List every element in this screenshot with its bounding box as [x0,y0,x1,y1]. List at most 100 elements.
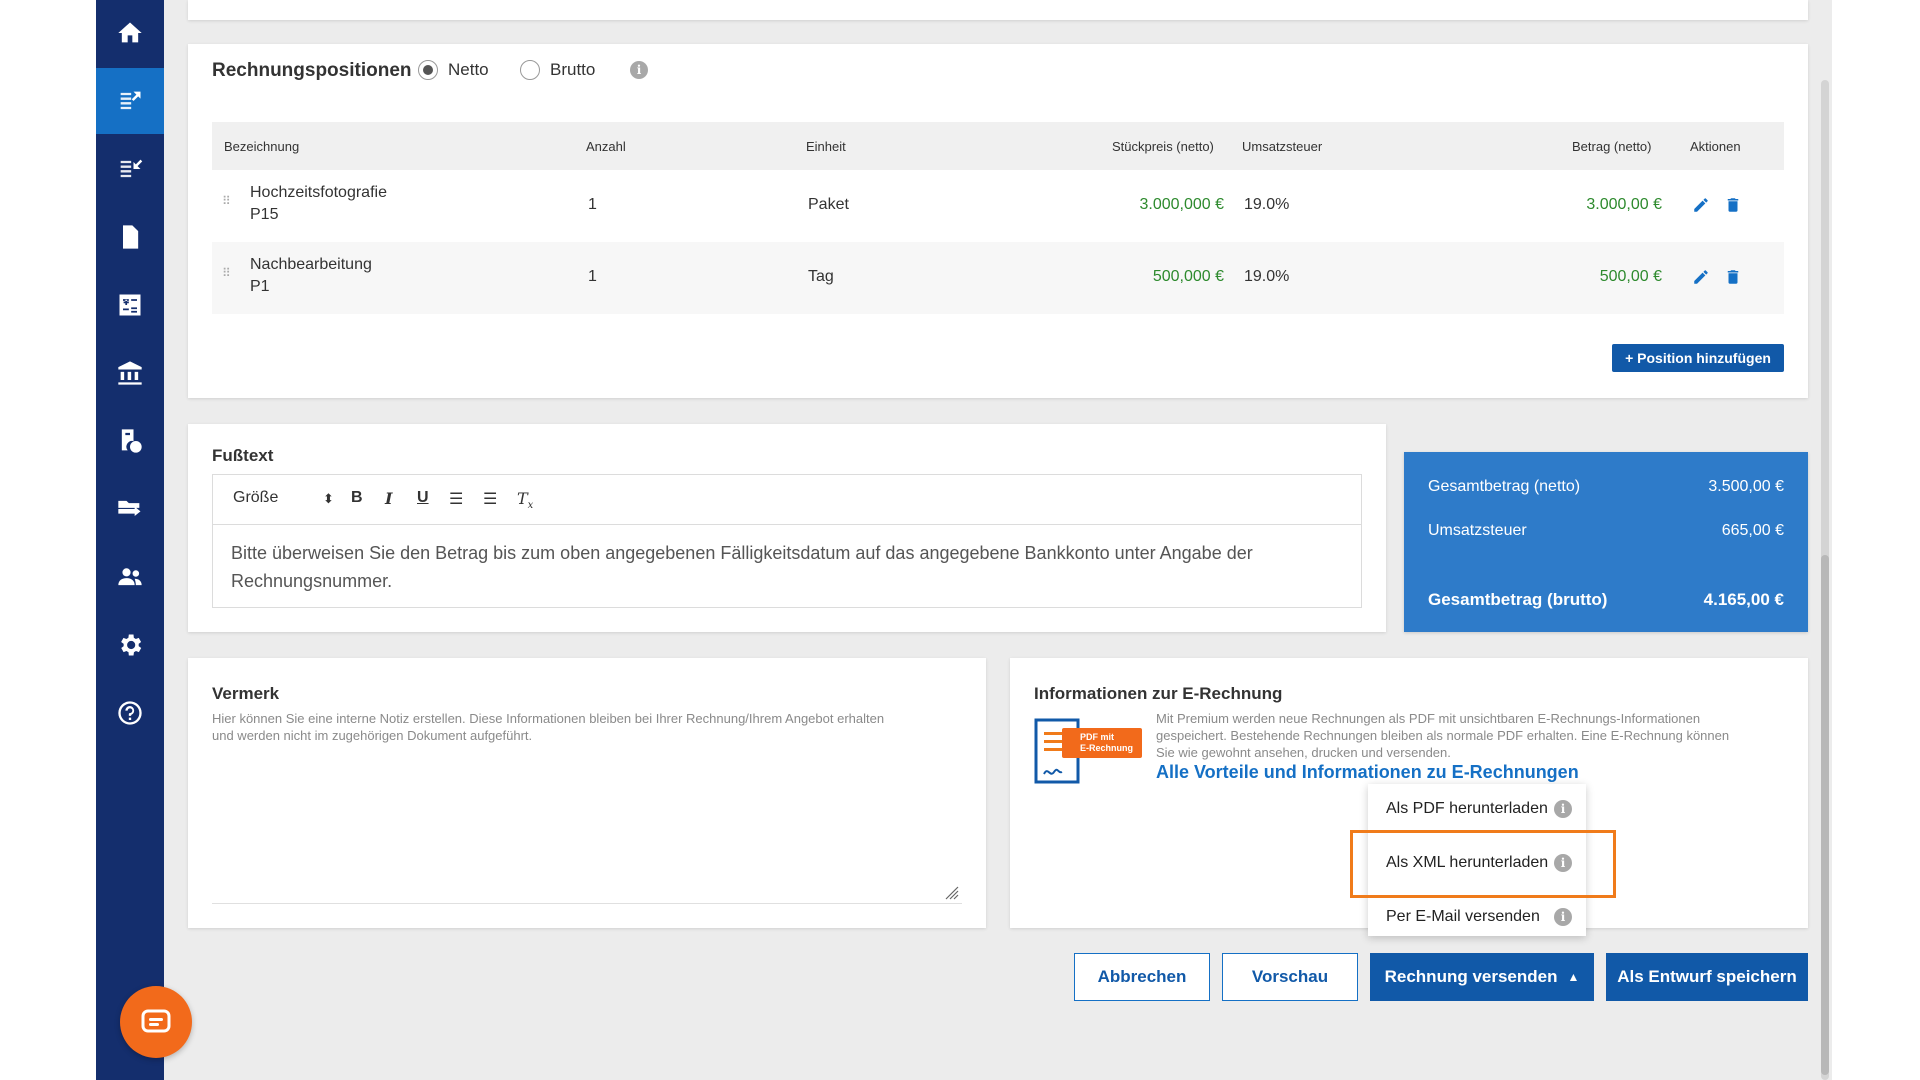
info-icon[interactable]: i [1554,908,1572,926]
edit-button[interactable] [1692,268,1710,286]
footer-text-editor[interactable]: Größe ⬍ B I U ☰ ☰ Tx Bitte überweisen Si… [212,474,1362,608]
row-unit: Tag [808,268,834,285]
header-unit: Einheit [806,139,846,154]
badge-line1: PDF mit [1080,732,1115,742]
chat-button[interactable] [120,986,192,1058]
send-email-option[interactable]: Per E-Mail versenden i [1386,906,1572,928]
clear-format-icon[interactable]: Tx [517,489,533,511]
sidebar-item-calculator[interactable] [96,272,164,338]
contacts-icon [118,568,142,586]
sidebar [96,0,164,1080]
sidebar-item-tax[interactable] [96,408,164,474]
sidebar-item-outgoing-invoices[interactable] [96,68,164,134]
gear-icon [121,634,142,656]
row-name: Nachbearbeitung [250,256,372,273]
chat-icon [141,1009,171,1033]
sidebar-item-contacts[interactable] [96,544,164,610]
totals-panel: Gesamtbetrag (netto) 3.500,00 € Umsatzst… [1404,452,1808,632]
table-row: ⠿ Hochzeitsfotografie P15 1 Paket 3.000,… [212,170,1784,242]
send-invoice-button[interactable]: Rechnung versenden ▲ [1370,953,1594,1001]
total-gross-label: Gesamtbetrag (brutto) [1428,590,1608,609]
total-net-value: 3.500,00 € [1708,478,1784,495]
note-textarea[interactable] [212,748,962,898]
row-unit: Paket [808,196,849,213]
tax-document-icon [121,429,142,453]
italic-icon[interactable]: I [385,489,392,508]
preview-button[interactable]: Vorschau [1222,953,1358,1001]
caret-up-icon: ▲ [1567,970,1580,984]
help-icon [118,701,142,725]
sidebar-item-home[interactable] [96,0,164,66]
brutto-radio[interactable]: Brutto [520,60,595,80]
einvoice-title: Informationen zur E-Rechnung [1034,684,1283,703]
delete-button[interactable] [1724,196,1742,214]
total-net-label: Gesamtbetrag (netto) [1428,478,1581,495]
netto-label: Netto [448,60,489,79]
header-name: Bezeichnung [224,139,300,154]
invoice-positions-card: Rechnungspositionen Netto Brutto i Bezei… [188,44,1808,398]
positions-table: Bezeichnung Anzahl Einheit Stückpreis (n… [212,122,1784,314]
row-amount: 3.000,00 € [1586,196,1662,213]
drag-handle-icon[interactable]: ⠿ [222,195,234,216]
document-icon [123,225,139,249]
total-gross-value: 4.165,00 € [1703,590,1784,609]
row-name: Hochzeitsfotografie [250,184,387,201]
footer-text-card: Fußtext Größe ⬍ B I U ☰ ☰ Tx Bitte überw… [188,424,1386,632]
note-description-line2: und werden nicht im zugehörigen Dokument… [212,728,533,743]
bullet-list-icon[interactable]: ☰ [483,489,497,509]
positions-title: Rechnungspositionen [212,60,412,81]
bold-icon[interactable]: B [351,489,363,507]
info-icon[interactable]: i [1554,800,1572,818]
pdf-einvoice-icon: PDF mit E-Rechnung [1034,718,1144,786]
sidebar-item-incoming-invoices[interactable] [96,136,164,202]
pencil-icon [1694,270,1708,284]
pdf-einvoice-badge: PDF mit E-Rechnung [1062,728,1142,758]
download-pdf-option[interactable]: Als PDF herunterladen i [1386,798,1572,820]
total-gross-row: Gesamtbetrag (brutto) 4.165,00 € [1428,590,1784,610]
bank-icon [118,361,142,385]
right-margin [1832,0,1920,1080]
info-icon[interactable]: i [630,61,648,79]
chevron-updown-icon: ⬍ [323,491,334,506]
note-card: Vermerk Hier können Sie eine interne Not… [188,658,986,928]
row-qty: 1 [588,268,597,285]
pencil-icon [1694,198,1708,212]
send-invoice-label: Rechnung versenden [1384,967,1558,986]
header-actions: Aktionen [1690,139,1741,154]
netto-radio[interactable]: Netto [418,60,489,80]
sidebar-item-bank[interactable] [96,340,164,406]
total-vat-value: 665,00 € [1721,522,1784,539]
total-vat-label: Umsatzsteuer [1428,522,1527,539]
font-size-select[interactable]: Größe [233,489,278,507]
einvoice-description-line2: gespeichert. Bestehende Rechnungen bleib… [1156,728,1730,743]
drag-handle-icon[interactable]: ⠿ [222,267,234,288]
row-unit-price: 500,000 € [1152,268,1224,285]
sidebar-item-folder-export[interactable] [96,476,164,542]
ordered-list-icon[interactable]: ☰ [449,489,463,509]
brutto-radio-dot [520,60,540,80]
scrollbar-thumb[interactable] [1821,555,1829,1075]
sidebar-item-documents[interactable] [96,204,164,270]
einvoice-description-line3: Sie wie gewohnt ansehen, drucken und ver… [1156,745,1451,760]
underline-icon[interactable]: U [417,489,429,507]
row-amount: 500,00 € [1599,268,1662,285]
download-pdf-label: Als PDF herunterladen [1386,800,1548,817]
folder-export-icon [118,500,141,516]
highlight-box [1350,830,1616,898]
einvoice-benefits-link[interactable]: Alle Vorteile und Informationen zu E-Rec… [1156,762,1579,783]
add-position-button[interactable]: + Position hinzufügen [1612,344,1784,372]
netto-radio-dot [418,60,438,80]
incoming-invoices-icon [120,159,143,178]
brutto-label: Brutto [550,60,596,79]
delete-button[interactable] [1724,268,1742,286]
edit-button[interactable] [1692,196,1710,214]
cancel-button[interactable]: Abbrechen [1074,953,1210,1001]
sidebar-item-help[interactable] [96,680,164,746]
save-draft-button[interactable]: Als Entwurf speichern [1606,953,1808,1001]
header-unit-price: Stückpreis (netto) [1112,139,1214,154]
footer-text-title: Fußtext [212,446,274,465]
einvoice-description-line1: Mit Premium werden neue Rechnungen als P… [1156,711,1701,726]
outgoing-invoices-icon [120,91,141,110]
resize-handle-icon[interactable] [943,884,959,900]
sidebar-item-settings[interactable] [96,612,164,678]
